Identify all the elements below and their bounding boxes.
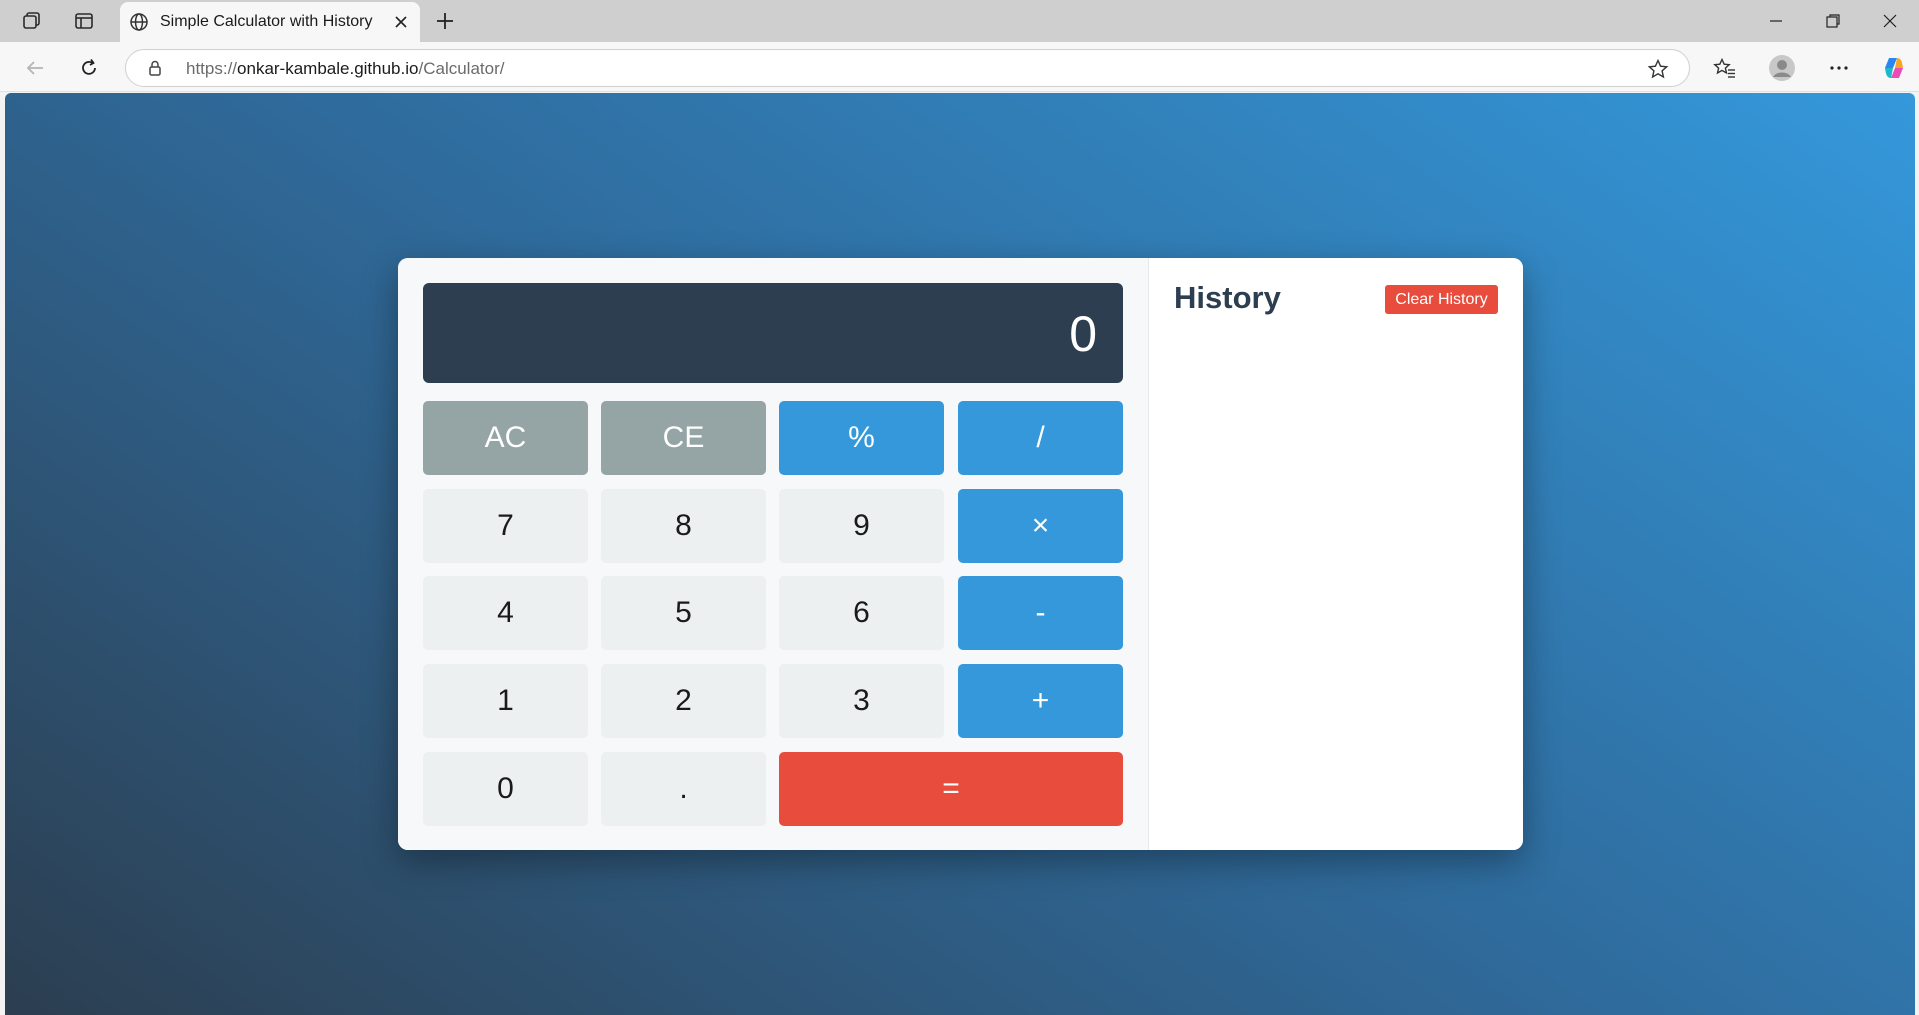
address-bar[interactable]: https://onkar-kambale.github.io/Calculat…: [125, 49, 1690, 87]
page-viewport: 0 AC CE % / 7 8 9 × 4 5 6 - 1 2 3 + 0 . …: [5, 93, 1915, 1015]
calculator-card: 0 AC CE % / 7 8 9 × 4 5 6 - 1 2 3 + 0 . …: [398, 258, 1523, 850]
percent-button[interactable]: %: [779, 401, 944, 475]
digit-6-button[interactable]: 6: [779, 576, 944, 650]
all-clear-button[interactable]: AC: [423, 401, 588, 475]
calculator-keypad: AC CE % / 7 8 9 × 4 5 6 - 1 2 3 + 0 . =: [423, 401, 1123, 826]
history-title: History: [1174, 280, 1281, 315]
restore-icon[interactable]: [1813, 6, 1853, 36]
digit-3-button[interactable]: 3: [779, 664, 944, 738]
digit-5-button[interactable]: 5: [601, 576, 766, 650]
active-tab[interactable]: Simple Calculator with History: [120, 2, 420, 42]
equals-button[interactable]: =: [779, 752, 1123, 826]
profile-avatar-icon[interactable]: [1766, 52, 1798, 84]
close-window-icon[interactable]: [1870, 6, 1910, 36]
globe-icon: [128, 11, 150, 33]
refresh-icon[interactable]: [73, 52, 105, 84]
digit-4-button[interactable]: 4: [423, 576, 588, 650]
tab-title: Simple Calculator with History: [160, 13, 373, 30]
digit-9-button[interactable]: 9: [779, 489, 944, 563]
calculator-display: 0: [423, 283, 1123, 383]
divide-button[interactable]: /: [958, 401, 1123, 475]
digit-0-button[interactable]: 0: [423, 752, 588, 826]
digit-2-button[interactable]: 2: [601, 664, 766, 738]
url-prefix: https://: [186, 59, 238, 78]
workspaces-icon[interactable]: [18, 8, 46, 34]
add-button[interactable]: +: [958, 664, 1123, 738]
browser-toolbar: https://onkar-kambale.github.io/Calculat…: [0, 42, 1919, 92]
browser-tab-bar: Simple Calculator with History: [0, 0, 1919, 42]
url-path: /Calculator/: [418, 59, 505, 78]
digit-7-button[interactable]: 7: [423, 489, 588, 563]
site-info-lock-icon[interactable]: [146, 59, 164, 77]
digit-1-button[interactable]: 1: [423, 664, 588, 738]
digit-8-button[interactable]: 8: [601, 489, 766, 563]
favorite-star-icon[interactable]: [1647, 58, 1669, 80]
history-list: [1174, 338, 1498, 828]
decimal-button[interactable]: .: [601, 752, 766, 826]
minimize-icon[interactable]: [1756, 6, 1796, 36]
more-options-icon[interactable]: [1823, 52, 1855, 84]
multiply-button[interactable]: ×: [958, 489, 1123, 563]
url-text: https://onkar-kambale.github.io/Calculat…: [186, 59, 504, 79]
history-panel: History Clear History: [1149, 258, 1523, 850]
subtract-button[interactable]: -: [958, 576, 1123, 650]
calculator-panel: 0 AC CE % / 7 8 9 × 4 5 6 - 1 2 3 + 0 . …: [398, 258, 1149, 850]
clear-entry-button[interactable]: CE: [601, 401, 766, 475]
favorites-icon[interactable]: [1709, 52, 1741, 84]
back-arrow-icon[interactable]: [19, 52, 51, 84]
clear-history-button[interactable]: Clear History: [1385, 285, 1498, 314]
close-tab-icon[interactable]: [390, 11, 412, 33]
url-host: onkar-kambale.github.io: [237, 59, 419, 78]
tab-actions-icon[interactable]: [70, 8, 98, 34]
new-tab-icon[interactable]: [430, 8, 460, 34]
copilot-icon[interactable]: [1878, 52, 1910, 84]
